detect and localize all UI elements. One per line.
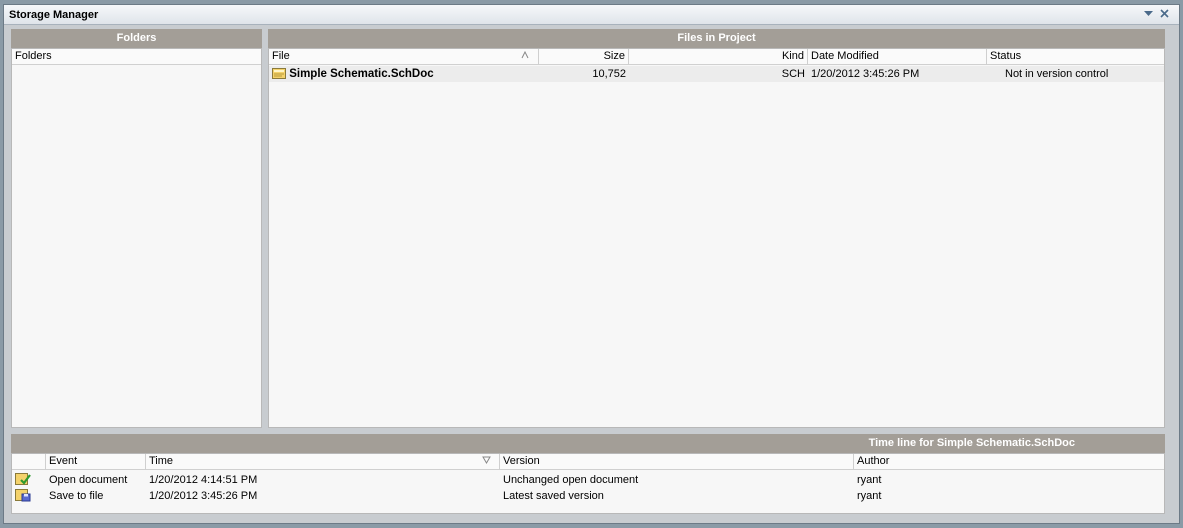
timeline-event: Open document	[49, 474, 128, 486]
folders-panel-header: Folders	[11, 29, 262, 48]
size-column-header[interactable]: Size	[539, 49, 629, 65]
file-column-label: File	[272, 50, 290, 62]
files-panel-header: Files in Project	[268, 29, 1165, 48]
kind-column-header[interactable]: Kind	[629, 49, 808, 65]
timeline-author: ryant	[857, 474, 882, 486]
timeline-panel-header: Time line for Simple Schematic.SchDoc	[11, 434, 1165, 453]
timeline-icon-cell	[12, 472, 46, 488]
file-status: Not in version control	[1005, 68, 1109, 80]
panel-title: Storage Manager	[9, 9, 99, 21]
version-column-header[interactable]: Version	[500, 454, 854, 470]
timeline-list[interactable]: Event Time Version Author Open document	[11, 453, 1165, 514]
file-row[interactable]: Simple Schematic.SchDoc 10,752 SCH 1/20/…	[269, 66, 1164, 82]
timeline-column-header-row: Event Time Version Author	[12, 454, 1164, 470]
file-name-cell: Simple Schematic.SchDoc	[269, 66, 539, 82]
event-column-header[interactable]: Event	[46, 454, 146, 470]
dropdown-arrow-icon[interactable]	[1142, 8, 1155, 21]
sort-descending-icon	[482, 454, 491, 469]
file-kind: SCH	[781, 68, 805, 80]
file-size: 10,752	[592, 68, 626, 80]
time-column-header[interactable]: Time	[146, 454, 500, 470]
timeline-time: 1/20/2012 4:14:51 PM	[149, 474, 258, 486]
status-column-header[interactable]: Status	[987, 49, 1164, 65]
panel-titlebar[interactable]: Storage Manager	[4, 5, 1179, 25]
date-modified-column-header[interactable]: Date Modified	[808, 49, 987, 65]
save-document-icon	[15, 489, 31, 502]
timeline-version: Unchanged open document	[503, 474, 639, 486]
timeline-row[interactable]: Save to file 1/20/2012 3:45:26 PM Latest…	[12, 488, 1164, 504]
folders-column-header[interactable]: Folders	[12, 49, 261, 65]
file-date-modified: 1/20/2012 3:45:26 PM	[811, 68, 920, 80]
icon-column-header[interactable]	[12, 454, 46, 470]
open-document-check-icon	[15, 473, 31, 486]
timeline-row[interactable]: Open document 1/20/2012 4:14:51 PM Uncha…	[12, 472, 1164, 488]
timeline-event: Save to file	[49, 490, 104, 502]
folders-column-header-row: Folders	[12, 49, 261, 65]
close-icon[interactable]	[1158, 8, 1171, 21]
file-name: Simple Schematic.SchDoc	[289, 68, 434, 80]
files-column-header-row: File Size Kind Date Modified Status	[269, 49, 1164, 65]
timeline-time: 1/20/2012 3:45:26 PM	[149, 490, 258, 502]
timeline-version: Latest saved version	[503, 490, 604, 502]
file-column-header[interactable]: File	[269, 49, 539, 65]
timeline-author: ryant	[857, 490, 882, 502]
author-column-header[interactable]: Author	[854, 454, 1164, 470]
files-list[interactable]: File Size Kind Date Modified Status Simp…	[268, 48, 1165, 428]
timeline-icon-cell	[12, 488, 46, 504]
sort-ascending-icon	[521, 49, 529, 64]
time-column-label: Time	[149, 455, 174, 467]
folders-tree[interactable]: Folders	[11, 48, 262, 428]
schematic-document-icon	[272, 67, 286, 79]
storage-manager-panel: Storage Manager Folders Folders Files in…	[3, 4, 1180, 524]
